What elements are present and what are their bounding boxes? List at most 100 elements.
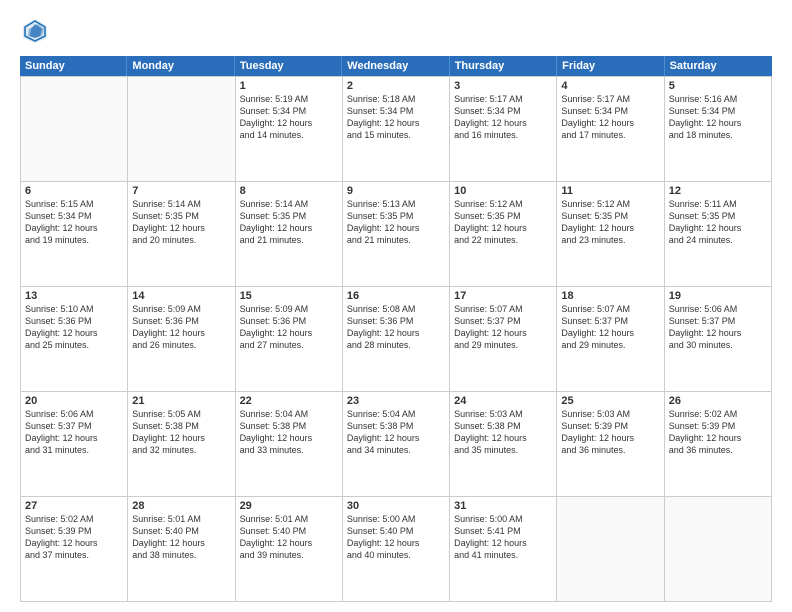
day-info: Sunrise: 5:07 AM Sunset: 5:37 PM Dayligh…	[454, 303, 552, 352]
calendar-cell: 24Sunrise: 5:03 AM Sunset: 5:38 PM Dayli…	[450, 392, 557, 497]
day-number: 28	[132, 500, 230, 512]
calendar-row: 20Sunrise: 5:06 AM Sunset: 5:37 PM Dayli…	[21, 392, 772, 497]
day-number: 10	[454, 185, 552, 197]
calendar-cell: 25Sunrise: 5:03 AM Sunset: 5:39 PM Dayli…	[557, 392, 664, 497]
calendar-cell: 20Sunrise: 5:06 AM Sunset: 5:37 PM Dayli…	[21, 392, 128, 497]
day-info: Sunrise: 5:04 AM Sunset: 5:38 PM Dayligh…	[240, 408, 338, 457]
day-info: Sunrise: 5:12 AM Sunset: 5:35 PM Dayligh…	[454, 198, 552, 247]
day-info: Sunrise: 5:14 AM Sunset: 5:35 PM Dayligh…	[240, 198, 338, 247]
day-info: Sunrise: 5:17 AM Sunset: 5:34 PM Dayligh…	[454, 93, 552, 142]
calendar-row: 6Sunrise: 5:15 AM Sunset: 5:34 PM Daylig…	[21, 182, 772, 287]
calendar-cell: 23Sunrise: 5:04 AM Sunset: 5:38 PM Dayli…	[343, 392, 450, 497]
day-info: Sunrise: 5:06 AM Sunset: 5:37 PM Dayligh…	[25, 408, 123, 457]
header-cell-friday: Friday	[557, 56, 664, 76]
calendar-cell: 21Sunrise: 5:05 AM Sunset: 5:38 PM Dayli…	[128, 392, 235, 497]
day-info: Sunrise: 5:14 AM Sunset: 5:35 PM Dayligh…	[132, 198, 230, 247]
day-number: 19	[669, 290, 767, 302]
day-number: 18	[561, 290, 659, 302]
header-cell-tuesday: Tuesday	[235, 56, 342, 76]
day-info: Sunrise: 5:00 AM Sunset: 5:41 PM Dayligh…	[454, 513, 552, 562]
day-number: 16	[347, 290, 445, 302]
header-cell-monday: Monday	[127, 56, 234, 76]
calendar-cell: 26Sunrise: 5:02 AM Sunset: 5:39 PM Dayli…	[665, 392, 772, 497]
calendar-header: SundayMondayTuesdayWednesdayThursdayFrid…	[20, 56, 772, 76]
day-info: Sunrise: 5:16 AM Sunset: 5:34 PM Dayligh…	[669, 93, 767, 142]
day-number: 15	[240, 290, 338, 302]
day-info: Sunrise: 5:09 AM Sunset: 5:36 PM Dayligh…	[240, 303, 338, 352]
calendar-cell: 29Sunrise: 5:01 AM Sunset: 5:40 PM Dayli…	[236, 497, 343, 602]
calendar-cell: 22Sunrise: 5:04 AM Sunset: 5:38 PM Dayli…	[236, 392, 343, 497]
day-number: 29	[240, 500, 338, 512]
calendar-cell: 11Sunrise: 5:12 AM Sunset: 5:35 PM Dayli…	[557, 182, 664, 287]
calendar: SundayMondayTuesdayWednesdayThursdayFrid…	[20, 56, 772, 602]
day-info: Sunrise: 5:00 AM Sunset: 5:40 PM Dayligh…	[347, 513, 445, 562]
day-info: Sunrise: 5:07 AM Sunset: 5:37 PM Dayligh…	[561, 303, 659, 352]
calendar-cell	[665, 497, 772, 602]
day-info: Sunrise: 5:19 AM Sunset: 5:34 PM Dayligh…	[240, 93, 338, 142]
day-number: 17	[454, 290, 552, 302]
calendar-cell	[128, 77, 235, 182]
calendar-cell: 3Sunrise: 5:17 AM Sunset: 5:34 PM Daylig…	[450, 77, 557, 182]
logo-icon	[20, 16, 50, 46]
calendar-body: 1Sunrise: 5:19 AM Sunset: 5:34 PM Daylig…	[20, 76, 772, 602]
day-info: Sunrise: 5:03 AM Sunset: 5:39 PM Dayligh…	[561, 408, 659, 457]
day-number: 22	[240, 395, 338, 407]
day-number: 24	[454, 395, 552, 407]
day-number: 3	[454, 80, 552, 92]
calendar-cell: 6Sunrise: 5:15 AM Sunset: 5:34 PM Daylig…	[21, 182, 128, 287]
calendar-cell: 31Sunrise: 5:00 AM Sunset: 5:41 PM Dayli…	[450, 497, 557, 602]
day-number: 31	[454, 500, 552, 512]
header-cell-sunday: Sunday	[20, 56, 127, 76]
day-number: 21	[132, 395, 230, 407]
day-number: 12	[669, 185, 767, 197]
day-number: 27	[25, 500, 123, 512]
calendar-cell: 13Sunrise: 5:10 AM Sunset: 5:36 PM Dayli…	[21, 287, 128, 392]
calendar-cell: 9Sunrise: 5:13 AM Sunset: 5:35 PM Daylig…	[343, 182, 450, 287]
calendar-row: 1Sunrise: 5:19 AM Sunset: 5:34 PM Daylig…	[21, 77, 772, 182]
day-number: 11	[561, 185, 659, 197]
calendar-cell: 30Sunrise: 5:00 AM Sunset: 5:40 PM Dayli…	[343, 497, 450, 602]
day-info: Sunrise: 5:12 AM Sunset: 5:35 PM Dayligh…	[561, 198, 659, 247]
calendar-cell: 10Sunrise: 5:12 AM Sunset: 5:35 PM Dayli…	[450, 182, 557, 287]
calendar-cell: 16Sunrise: 5:08 AM Sunset: 5:36 PM Dayli…	[343, 287, 450, 392]
day-info: Sunrise: 5:08 AM Sunset: 5:36 PM Dayligh…	[347, 303, 445, 352]
day-number: 14	[132, 290, 230, 302]
day-number: 26	[669, 395, 767, 407]
calendar-cell	[21, 77, 128, 182]
calendar-cell: 28Sunrise: 5:01 AM Sunset: 5:40 PM Dayli…	[128, 497, 235, 602]
calendar-cell: 15Sunrise: 5:09 AM Sunset: 5:36 PM Dayli…	[236, 287, 343, 392]
day-info: Sunrise: 5:04 AM Sunset: 5:38 PM Dayligh…	[347, 408, 445, 457]
day-info: Sunrise: 5:11 AM Sunset: 5:35 PM Dayligh…	[669, 198, 767, 247]
day-info: Sunrise: 5:02 AM Sunset: 5:39 PM Dayligh…	[25, 513, 123, 562]
day-number: 25	[561, 395, 659, 407]
day-info: Sunrise: 5:09 AM Sunset: 5:36 PM Dayligh…	[132, 303, 230, 352]
day-number: 7	[132, 185, 230, 197]
day-info: Sunrise: 5:01 AM Sunset: 5:40 PM Dayligh…	[240, 513, 338, 562]
day-info: Sunrise: 5:05 AM Sunset: 5:38 PM Dayligh…	[132, 408, 230, 457]
day-info: Sunrise: 5:02 AM Sunset: 5:39 PM Dayligh…	[669, 408, 767, 457]
day-number: 23	[347, 395, 445, 407]
day-number: 30	[347, 500, 445, 512]
page-header	[20, 16, 772, 46]
calendar-cell: 5Sunrise: 5:16 AM Sunset: 5:34 PM Daylig…	[665, 77, 772, 182]
calendar-cell	[557, 497, 664, 602]
calendar-cell: 19Sunrise: 5:06 AM Sunset: 5:37 PM Dayli…	[665, 287, 772, 392]
day-number: 6	[25, 185, 123, 197]
calendar-cell: 2Sunrise: 5:18 AM Sunset: 5:34 PM Daylig…	[343, 77, 450, 182]
calendar-cell: 8Sunrise: 5:14 AM Sunset: 5:35 PM Daylig…	[236, 182, 343, 287]
day-number: 8	[240, 185, 338, 197]
day-info: Sunrise: 5:01 AM Sunset: 5:40 PM Dayligh…	[132, 513, 230, 562]
day-number: 2	[347, 80, 445, 92]
day-number: 13	[25, 290, 123, 302]
header-cell-thursday: Thursday	[450, 56, 557, 76]
calendar-page: SundayMondayTuesdayWednesdayThursdayFrid…	[0, 0, 792, 612]
calendar-row: 13Sunrise: 5:10 AM Sunset: 5:36 PM Dayli…	[21, 287, 772, 392]
calendar-cell: 18Sunrise: 5:07 AM Sunset: 5:37 PM Dayli…	[557, 287, 664, 392]
day-info: Sunrise: 5:10 AM Sunset: 5:36 PM Dayligh…	[25, 303, 123, 352]
day-number: 1	[240, 80, 338, 92]
calendar-cell: 14Sunrise: 5:09 AM Sunset: 5:36 PM Dayli…	[128, 287, 235, 392]
calendar-cell: 27Sunrise: 5:02 AM Sunset: 5:39 PM Dayli…	[21, 497, 128, 602]
day-info: Sunrise: 5:06 AM Sunset: 5:37 PM Dayligh…	[669, 303, 767, 352]
calendar-cell: 7Sunrise: 5:14 AM Sunset: 5:35 PM Daylig…	[128, 182, 235, 287]
calendar-cell: 12Sunrise: 5:11 AM Sunset: 5:35 PM Dayli…	[665, 182, 772, 287]
